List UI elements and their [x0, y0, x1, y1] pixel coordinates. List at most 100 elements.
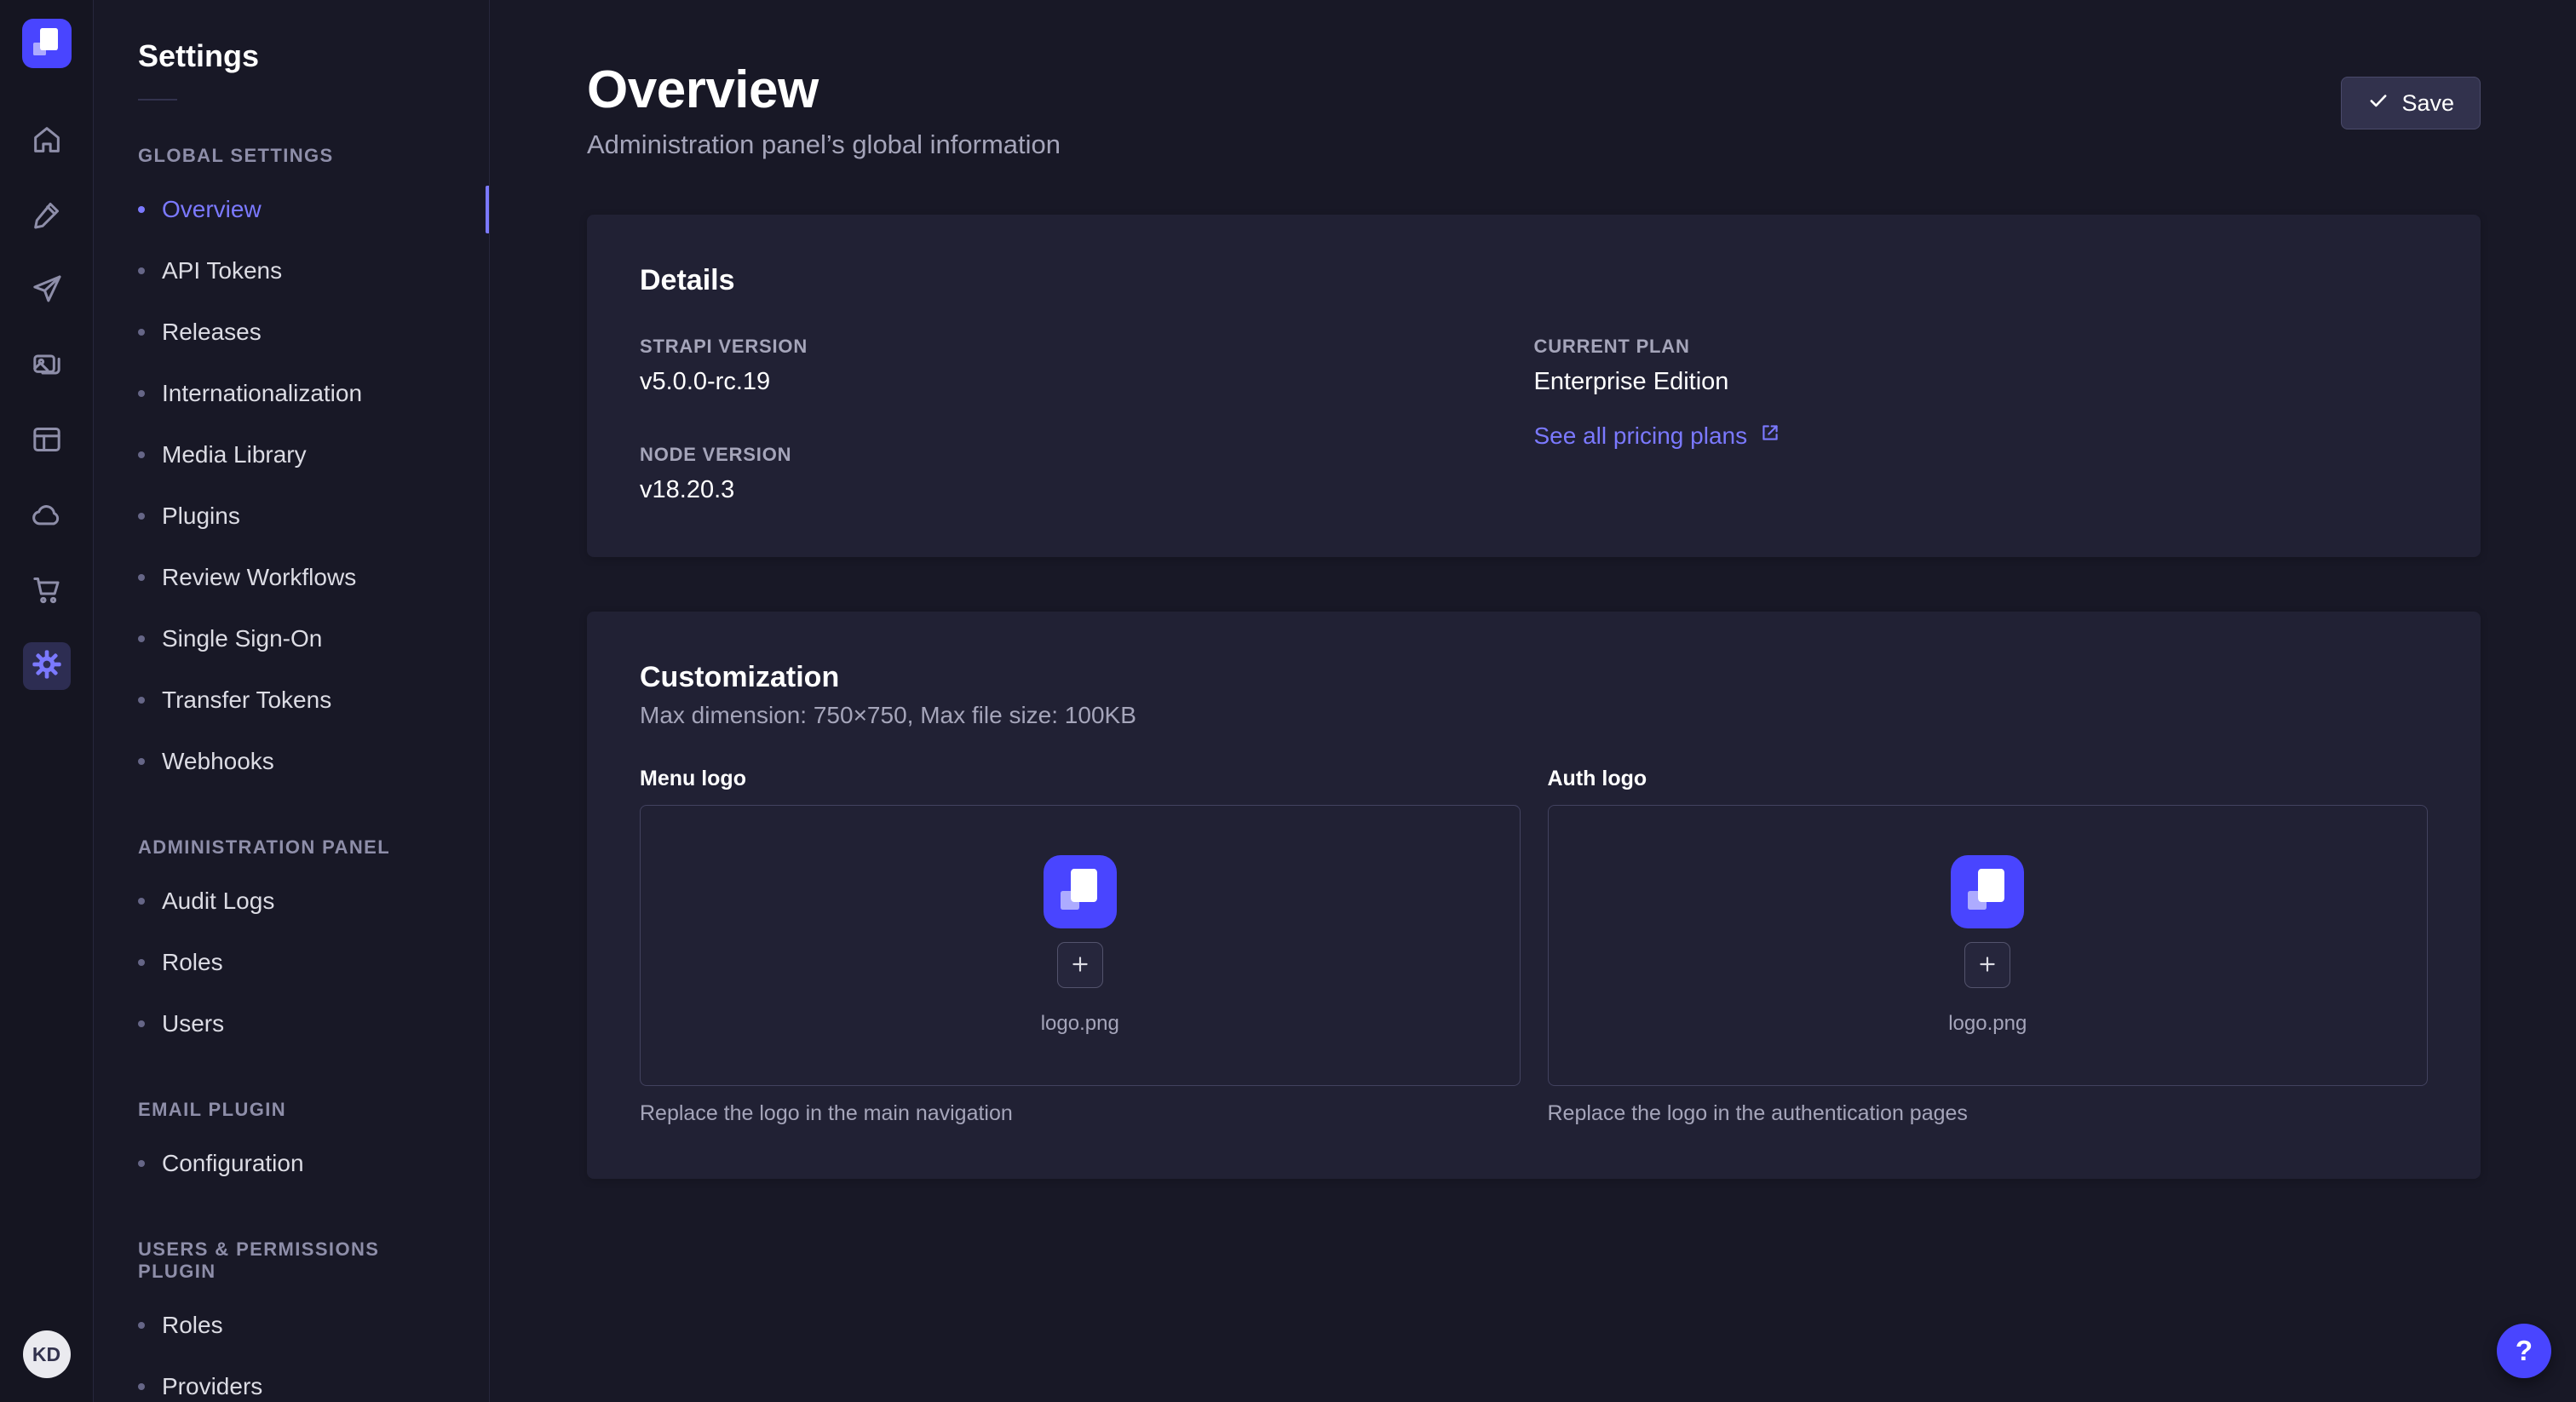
- sidebar-item-label: Audit Logs: [162, 888, 274, 915]
- check-icon: [2367, 89, 2389, 118]
- details-card: Details STRAPI VERSION v5.0.0-rc.19 NODE…: [587, 215, 2481, 557]
- field-label: CURRENT PLAN: [1534, 336, 2429, 358]
- menu-logo-dropzone[interactable]: logo.png: [640, 805, 1521, 1086]
- bullet-icon: [138, 1020, 145, 1027]
- auth-logo-label: Auth logo: [1548, 767, 2429, 791]
- section-header: EMAIL PLUGIN: [94, 1099, 489, 1121]
- plus-icon: [1069, 953, 1091, 978]
- auth-logo-add-button[interactable]: [1964, 942, 2010, 988]
- settings-sidebar: Settings GLOBAL SETTINGS Overview API To…: [94, 0, 490, 1402]
- nav-deploy[interactable]: [23, 267, 71, 315]
- help-button[interactable]: ?: [2497, 1324, 2551, 1378]
- sidebar-item-up-providers[interactable]: Providers: [94, 1356, 489, 1402]
- field-value: Enterprise Edition: [1534, 368, 2429, 396]
- nav-media-library[interactable]: [23, 342, 71, 390]
- strapi-logo-shape-secondary: [1061, 891, 1079, 910]
- strapi-logo-shape-secondary: [1968, 891, 1987, 910]
- auth-logo-preview: [1951, 855, 2024, 928]
- bullet-icon: [138, 574, 145, 581]
- sidebar-item-label: API Tokens: [162, 257, 282, 284]
- sidebar-item-webhooks[interactable]: Webhooks: [94, 731, 489, 792]
- sidebar-divider: [138, 99, 177, 101]
- page-header-text: Overview Administration panel’s global i…: [587, 61, 1061, 160]
- bullet-icon: [138, 1383, 145, 1390]
- section-users-permissions-plugin: USERS & PERMISSIONS PLUGIN Roles Provide…: [94, 1238, 489, 1402]
- details-left-column: STRAPI VERSION v5.0.0-rc.19 NODE VERSION…: [640, 336, 1534, 504]
- sidebar-item-releases[interactable]: Releases: [94, 302, 489, 363]
- question-mark-icon: ?: [2516, 1335, 2533, 1367]
- bullet-icon: [138, 758, 145, 765]
- gear-icon: [30, 647, 64, 686]
- sidebar-item-audit-logs[interactable]: Audit Logs: [94, 871, 489, 932]
- sidebar-item-review-workflows[interactable]: Review Workflows: [94, 547, 489, 608]
- details-right-column: CURRENT PLAN Enterprise Edition See all …: [1534, 336, 2429, 504]
- auth-logo-dropzone[interactable]: logo.png: [1548, 805, 2429, 1086]
- sidebar-item-transfer-tokens[interactable]: Transfer Tokens: [94, 669, 489, 731]
- pricing-link-label: See all pricing plans: [1534, 422, 1748, 450]
- section-header: GLOBAL SETTINGS: [94, 145, 489, 167]
- sidebar-item-label: Overview: [162, 196, 262, 223]
- nav-marketplace[interactable]: [23, 567, 71, 615]
- page-header: Overview Administration panel’s global i…: [587, 61, 2481, 160]
- sidebar-item-plugins[interactable]: Plugins: [94, 486, 489, 547]
- user-avatar[interactable]: KD: [23, 1330, 71, 1378]
- bullet-icon: [138, 267, 145, 274]
- bullet-icon: [138, 1322, 145, 1329]
- page-title: Overview: [587, 61, 1061, 119]
- paper-plane-icon: [30, 273, 64, 311]
- nav-content-manager[interactable]: [23, 417, 71, 465]
- sidebar-item-label: Configuration: [162, 1150, 304, 1177]
- details-card-title: Details: [640, 262, 2428, 298]
- bullet-icon: [138, 206, 145, 213]
- sidebar-item-internationalization[interactable]: Internationalization: [94, 363, 489, 424]
- nav-home[interactable]: [23, 118, 71, 165]
- node-version-field: NODE VERSION v18.20.3: [640, 444, 1534, 504]
- save-button[interactable]: Save: [2341, 77, 2481, 129]
- nav-settings[interactable]: [23, 642, 71, 690]
- sidebar-item-up-roles[interactable]: Roles: [94, 1295, 489, 1356]
- sidebar-item-label: Transfer Tokens: [162, 687, 331, 714]
- images-icon: [30, 348, 64, 386]
- bullet-icon: [138, 1160, 145, 1167]
- logo-uploads: Menu logo logo.png Replace the logo in t…: [640, 767, 2428, 1126]
- auth-logo-helper: Replace the logo in the authentication p…: [1548, 1101, 2429, 1126]
- section-header: ADMINISTRATION PANEL: [94, 836, 489, 859]
- sidebar-item-label: Single Sign-On: [162, 625, 322, 652]
- section-global-settings: GLOBAL SETTINGS Overview API Tokens Rele…: [94, 145, 489, 792]
- menu-logo-upload: Menu logo logo.png Replace the logo in t…: [640, 767, 1521, 1126]
- details-grid: STRAPI VERSION v5.0.0-rc.19 NODE VERSION…: [640, 336, 2428, 504]
- nav-content-type-builder[interactable]: [23, 192, 71, 240]
- sidebar-item-admin-users[interactable]: Users: [94, 993, 489, 1054]
- menu-logo-add-button[interactable]: [1057, 942, 1103, 988]
- sidebar-item-label: Providers: [162, 1373, 262, 1400]
- field-value: v18.20.3: [640, 476, 1534, 504]
- sidebar-item-overview[interactable]: Overview: [94, 179, 489, 240]
- auth-logo-upload: Auth logo logo.png Replace the logo in t…: [1548, 767, 2429, 1126]
- save-button-label: Save: [2401, 90, 2454, 117]
- sidebar-item-single-sign-on[interactable]: Single Sign-On: [94, 608, 489, 669]
- shopping-cart-icon: [30, 572, 64, 611]
- sidebar-item-admin-roles[interactable]: Roles: [94, 932, 489, 993]
- strapi-logo[interactable]: [22, 19, 72, 68]
- paintbrush-icon: [30, 198, 64, 236]
- menu-logo-preview: [1044, 855, 1117, 928]
- auth-logo-filename: logo.png: [1948, 1012, 2027, 1036]
- menu-logo-helper: Replace the logo in the main navigation: [640, 1101, 1521, 1126]
- bullet-icon: [138, 635, 145, 642]
- sidebar-item-email-configuration[interactable]: Configuration: [94, 1133, 489, 1194]
- strapi-version-field: STRAPI VERSION v5.0.0-rc.19: [640, 336, 1534, 396]
- sidebar-item-api-tokens[interactable]: API Tokens: [94, 240, 489, 302]
- sidebar-item-label: Users: [162, 1010, 224, 1037]
- sidebar-item-label: Roles: [162, 949, 223, 976]
- section-administration-panel: ADMINISTRATION PANEL Audit Logs Roles Us…: [94, 836, 489, 1054]
- bullet-icon: [138, 959, 145, 966]
- bullet-icon: [138, 898, 145, 905]
- field-value: v5.0.0-rc.19: [640, 368, 1534, 396]
- app-window: KD Settings GLOBAL SETTINGS Overview API…: [0, 0, 2576, 1402]
- customization-card-title: Customization: [640, 659, 2428, 695]
- sidebar-item-label: Webhooks: [162, 748, 274, 775]
- nav-cloud[interactable]: [23, 492, 71, 540]
- pricing-plans-link[interactable]: See all pricing plans: [1534, 422, 1782, 450]
- sidebar-item-label: Media Library: [162, 441, 307, 468]
- sidebar-item-media-library[interactable]: Media Library: [94, 424, 489, 486]
